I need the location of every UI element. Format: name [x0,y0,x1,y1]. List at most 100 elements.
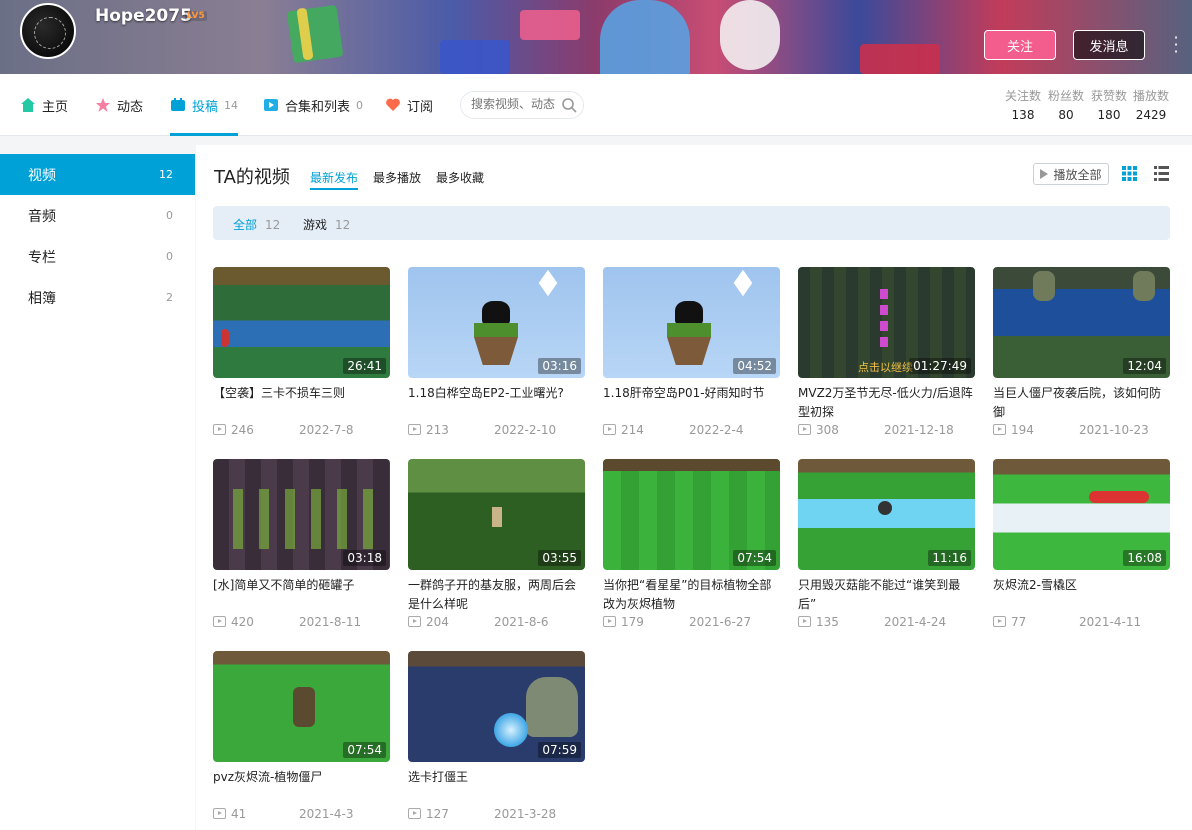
video-card[interactable]: 04:52 1.18肝帝空岛P01-好雨知时节 214 2022-2-4 [603,267,780,447]
video-meta: 127 2021-3-28 [408,807,585,821]
video-card[interactable]: 07:54 当你把“看星星”的目标植物全部改为灰烬植物 179 2021-6-27 [603,459,780,639]
grid-view-icon[interactable] [1122,166,1137,181]
video-thumbnail[interactable]: 04:52 [603,267,780,378]
player-figure [492,507,502,527]
video-thumbnail[interactable]: 07:59 [408,651,585,762]
upload-date: 2021-6-27 [689,615,752,629]
sidebar-item-albums[interactable]: 相簿 2 [0,277,195,318]
play-count-icon [408,424,421,435]
play-all-button[interactable]: 播放全部 [1033,163,1109,185]
stat-value: 2429 [1135,108,1167,122]
sidebar-item-label: 音频 [28,208,56,225]
video-thumbnail[interactable]: 03:18 [213,459,390,570]
vase-rows [233,489,373,549]
tab-uploads[interactable]: 投稿 14 [170,74,239,136]
play-count-icon [993,616,1006,627]
stat-likes: 获赞数 180 [1089,87,1129,122]
video-thumbnail[interactable]: 03:55 [408,459,585,570]
filter-all[interactable]: 全部 12 [233,216,280,233]
sun-shape [538,269,558,297]
tab-count: 14 [224,98,239,112]
tab-label: 动态 [117,99,144,115]
search-box[interactable] [460,91,584,119]
video-card[interactable]: 03:55 一群鸽子开的基友服，两周后会是什么样呢 204 2021-8-6 [408,459,585,639]
video-title[interactable]: [水]简单又不简单的砸罐子 [213,576,390,595]
video-card[interactable]: 16:08 灰烬流2-雪橇区 77 2021-4-11 [993,459,1170,639]
video-card[interactable]: 03:18 [水]简单又不简单的砸罐子 420 2021-8-11 [213,459,390,639]
tree-shape [482,301,510,325]
video-title[interactable]: 当巨人僵尸夜袭后院，该如何防御 [993,384,1170,422]
video-card[interactable]: 26:41 【空袭】三卡不损车三则 246 2022-7-8 [213,267,390,447]
stat-followers[interactable]: 粉丝数 80 [1046,87,1086,122]
video-thumbnail[interactable]: 07:54 [603,459,780,570]
video-card[interactable]: 07:59 选卡打僵王 127 2021-3-28 [408,651,585,830]
tab-collections[interactable]: 合集和列表 0 [263,74,363,136]
play-count-icon [603,424,616,435]
video-title[interactable]: 1.18肝帝空岛P01-好雨知时节 [603,384,780,403]
sidebar-item-articles[interactable]: 专栏 0 [0,236,195,277]
sidebar-item-video[interactable]: 视频 12 [0,154,195,195]
sort-most-played[interactable]: 最多播放 [373,169,421,186]
video-card[interactable]: 07:54 pvz灰烬流-植物僵尸 41 2021-4-3 [213,651,390,830]
video-card[interactable]: 点击以继续 01:27:49 MVZ2万圣节无尽-低火力/后退阵型初探 308 2… [798,267,975,447]
video-title[interactable]: 只用毁灭菇能不能过“谁笑到最后” [798,576,975,614]
video-title[interactable]: MVZ2万圣节无尽-低火力/后退阵型初探 [798,384,975,422]
tab-home[interactable]: 主页 [20,74,68,136]
collection-icon [264,99,278,111]
tab-dynamic[interactable]: 动态 [95,74,143,136]
video-thumbnail[interactable]: 12:04 [993,267,1170,378]
island-dirt [474,337,518,365]
search-icon[interactable] [561,97,577,113]
video-title[interactable]: 当你把“看星星”的目标植物全部改为灰烬植物 [603,576,780,614]
stat-value: 80 [1058,108,1074,122]
message-button[interactable]: 发消息 [1073,30,1145,60]
video-meta: 77 2021-4-11 [993,615,1170,629]
gift-decoration [520,10,580,40]
upload-date: 2022-7-8 [299,423,354,437]
video-title[interactable]: 1.18白桦空岛EP2-工业曙光? [408,384,585,403]
thumbnail-caption: 点击以继续 [858,361,913,374]
video-thumbnail[interactable]: 11:16 [798,459,975,570]
video-title[interactable]: 灰烬流2-雪橇区 [993,576,1170,595]
video-thumbnail[interactable]: 16:08 [993,459,1170,570]
video-duration: 03:55 [538,550,581,566]
avatar[interactable] [20,3,76,59]
sort-latest[interactable]: 最新发布 [310,169,359,190]
video-meta: 213 2022-2-10 [408,423,585,437]
filter-count: 12 [335,218,351,232]
gift-decoration [440,40,510,74]
play-count-icon [408,808,421,819]
dynamic-icon [96,98,110,112]
video-thumbnail[interactable]: 26:41 [213,267,390,378]
island-dirt [667,337,711,365]
video-card[interactable]: 11:16 只用毁灭菇能不能过“谁笑到最后” 135 2021-4-24 [798,459,975,639]
video-thumbnail[interactable]: 07:54 [213,651,390,762]
username[interactable]: Hope2075 [95,6,192,26]
video-title[interactable]: pvz灰烬流-植物僵尸 [213,768,390,787]
search-input[interactable] [471,97,559,111]
sort-most-favorited[interactable]: 最多收藏 [436,169,484,186]
stat-value: 138 [1011,108,1035,122]
video-thumbnail[interactable]: 03:16 [408,267,585,378]
bobsled [1089,491,1149,503]
stat-following[interactable]: 关注数 138 [1003,87,1043,122]
list-view-icon[interactable] [1154,166,1169,181]
tab-subscriptions[interactable]: 订阅 [385,74,433,136]
video-duration: 12:04 [1123,358,1166,374]
filter-game[interactable]: 游戏 12 [303,216,350,233]
video-card[interactable]: 03:16 1.18白桦空岛EP2-工业曙光? 213 2022-2-10 [408,267,585,447]
video-title[interactable]: 一群鸽子开的基友服，两周后会是什么样呢 [408,576,585,614]
video-title[interactable]: 【空袭】三卡不损车三则 [213,384,390,403]
video-meta: 194 2021-10-23 [993,423,1170,437]
filter-count: 12 [265,218,281,232]
zombie-figure [221,329,229,347]
sidebar-item-count: 2 [166,291,173,304]
video-thumbnail[interactable]: 点击以继续 01:27:49 [798,267,975,378]
sidebar-item-audio[interactable]: 音频 0 [0,195,195,236]
video-title[interactable]: 选卡打僵王 [408,768,585,787]
more-options-icon[interactable]: · · · [1170,30,1182,60]
follow-button[interactable]: 关注 [984,30,1056,60]
play-count: 420 [231,615,254,629]
upload-date: 2021-4-3 [299,807,354,821]
video-card[interactable]: 12:04 当巨人僵尸夜袭后院，该如何防御 194 2021-10-23 [993,267,1170,447]
